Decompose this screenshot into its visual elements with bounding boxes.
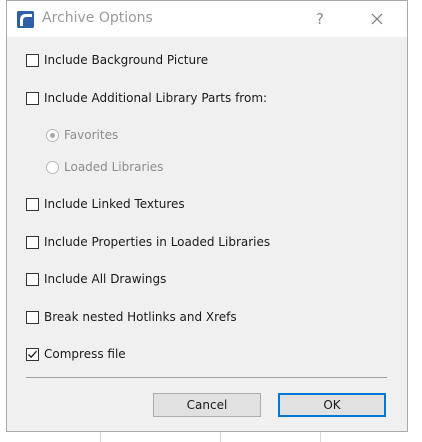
additional-library-parts-checkbox[interactable] (26, 91, 39, 105)
all-drawings-checkbox[interactable] (26, 272, 39, 286)
archicad-app-icon (17, 11, 34, 28)
button-separator (26, 377, 387, 378)
option-background-picture[interactable]: Include Background Picture (26, 51, 208, 69)
favorites-radio[interactable] (46, 128, 59, 142)
option-properties-in-loaded-libraries[interactable]: Include Properties in Loaded Libraries (26, 233, 270, 251)
linked-textures-checkbox[interactable] (26, 197, 39, 211)
window-title: Archive Options (42, 10, 153, 26)
all-drawings-label: Include All Drawings (44, 272, 167, 286)
loaded-libraries-label: Loaded Libraries (64, 160, 164, 174)
option-break-nested-hotlinks[interactable]: Break nested Hotlinks and Xrefs (26, 308, 237, 326)
option-linked-textures[interactable]: Include Linked Textures (26, 195, 185, 213)
compress-file-label: Compress file (44, 347, 126, 361)
background-picture-checkbox[interactable] (26, 53, 39, 67)
properties-in-loaded-libraries-label: Include Properties in Loaded Libraries (44, 235, 271, 249)
close-icon (371, 13, 383, 25)
option-loaded-libraries[interactable]: Loaded Libraries (46, 158, 163, 176)
properties-in-loaded-libraries-checkbox[interactable] (26, 235, 39, 249)
close-button[interactable] (363, 7, 391, 31)
option-favorites[interactable]: Favorites (46, 126, 118, 144)
option-compress-file[interactable]: Compress file (26, 345, 126, 363)
dialog-content: Include Background Picture Include Addit… (7, 37, 407, 431)
help-icon: ? (316, 10, 324, 28)
background-divider (100, 432, 101, 442)
loaded-libraries-radio[interactable] (46, 160, 59, 174)
favorites-label: Favorites (64, 128, 119, 142)
option-additional-library-parts[interactable]: Include Additional Library Parts from: (26, 89, 267, 107)
additional-library-parts-label: Include Additional Library Parts from: (44, 91, 268, 105)
break-nested-hotlinks-checkbox[interactable] (26, 310, 39, 324)
background-divider (220, 432, 221, 442)
compress-file-checkbox[interactable] (26, 347, 39, 361)
help-button[interactable]: ? (306, 7, 334, 31)
background-picture-label: Include Background Picture (44, 53, 209, 67)
checkmark-icon (28, 350, 37, 358)
title-bar[interactable]: Archive Options ? (7, 1, 407, 37)
ok-button[interactable]: OK (278, 393, 386, 417)
break-nested-hotlinks-label: Break nested Hotlinks and Xrefs (44, 310, 237, 324)
linked-textures-label: Include Linked Textures (44, 197, 185, 211)
cancel-button[interactable]: Cancel (153, 393, 261, 417)
background-divider (320, 432, 321, 442)
archive-options-dialog: Archive Options ? Include Background Pic… (6, 0, 408, 432)
option-all-drawings[interactable]: Include All Drawings (26, 270, 166, 288)
